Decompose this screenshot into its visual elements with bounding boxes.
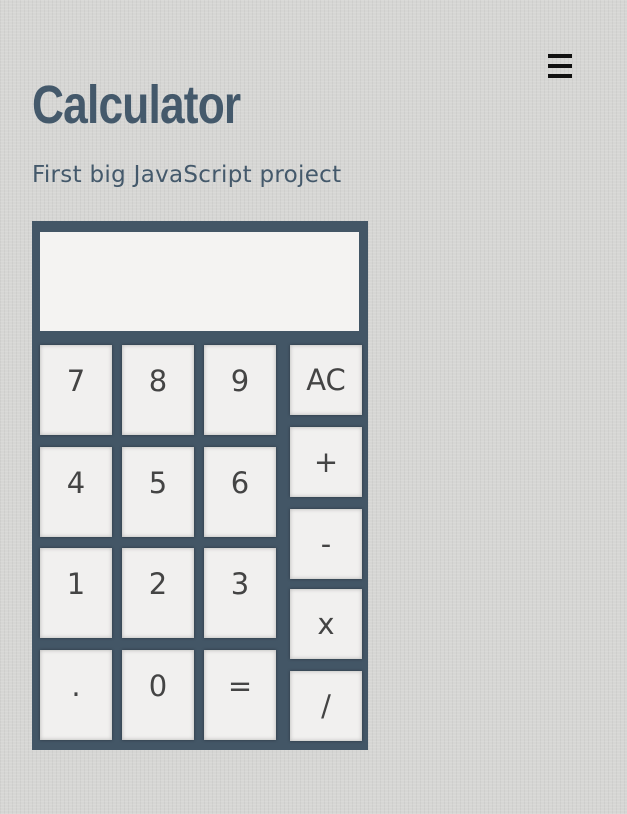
key-1[interactable]: 1	[40, 548, 112, 638]
key-clear[interactable]: AC	[290, 345, 362, 415]
key-0[interactable]: 0	[122, 650, 194, 740]
page-subtitle: First big JavaScript project	[32, 162, 342, 188]
menu-bar	[548, 54, 572, 58]
key-6[interactable]: 6	[204, 447, 276, 537]
key-decimal[interactable]: .	[40, 650, 112, 740]
key-subtract[interactable]: -	[290, 509, 362, 579]
hamburger-menu-icon[interactable]	[548, 54, 572, 80]
key-9[interactable]: 9	[204, 345, 276, 435]
menu-bar	[548, 74, 572, 78]
key-8[interactable]: 8	[122, 345, 194, 435]
key-add[interactable]: +	[290, 427, 362, 497]
key-3[interactable]: 3	[204, 548, 276, 638]
calculator-display	[40, 232, 359, 331]
key-divide[interactable]: /	[290, 671, 362, 741]
key-multiply[interactable]: x	[290, 589, 362, 659]
calculator: 7 8 9 4 5 6 1 2 3 . 0 = AC + - x /	[32, 221, 368, 750]
key-2[interactable]: 2	[122, 548, 194, 638]
key-7[interactable]: 7	[40, 345, 112, 435]
key-equals[interactable]: =	[204, 650, 276, 740]
menu-bar	[548, 64, 572, 68]
key-4[interactable]: 4	[40, 447, 112, 537]
key-5[interactable]: 5	[122, 447, 194, 537]
page-title: Calculator	[32, 75, 241, 135]
